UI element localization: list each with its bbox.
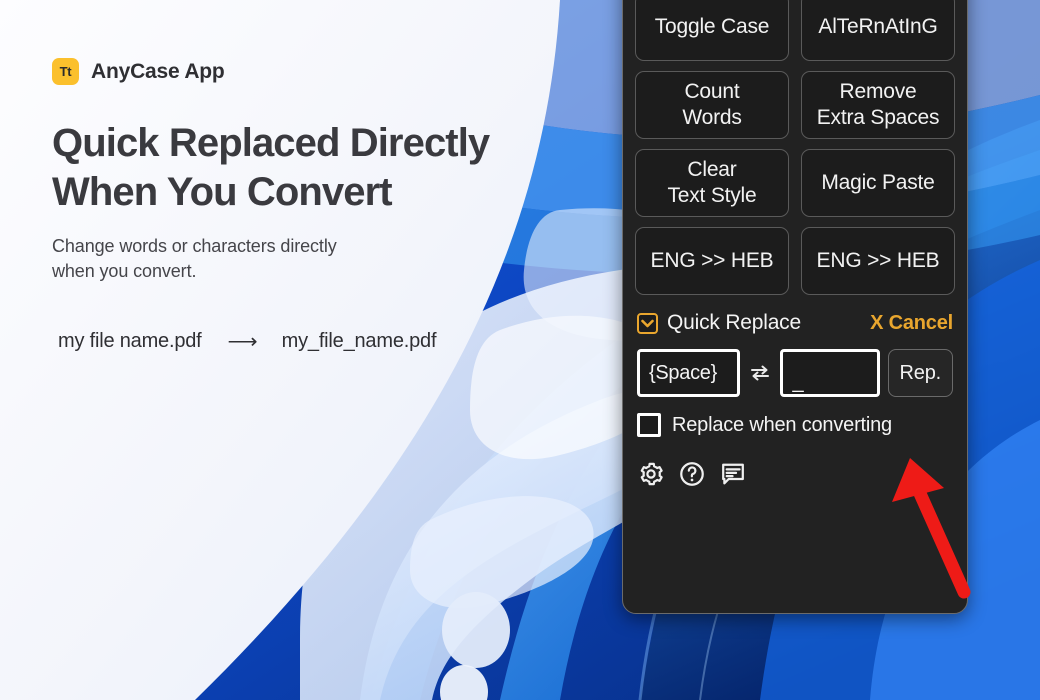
button-eng-to-heb-1[interactable]: ENG >> HEB (635, 227, 789, 295)
button-alternating[interactable]: AlTeRnAtInG (801, 0, 955, 61)
replace-when-converting-row: Replace when converting (635, 413, 955, 437)
quick-replace-checkbox[interactable] (637, 312, 658, 334)
promo-card: Tt AnyCase App Quick Replaced Directly W… (0, 0, 640, 700)
replace-when-converting-checkbox[interactable] (637, 413, 661, 437)
app-name: AnyCase App (91, 59, 225, 83)
panel-footer (635, 460, 955, 488)
replace-from-input[interactable]: {Space} (637, 349, 741, 397)
panel-button-grid: Toggle Case AlTeRnAtInG Count Words Remo… (635, 0, 955, 295)
chevron-down-icon (641, 319, 654, 327)
button-count-words[interactable]: Count Words (635, 71, 789, 139)
example-before: my file name.pdf (58, 330, 202, 352)
replace-to-input[interactable]: _ (780, 349, 880, 397)
replace-from-value: {Space} (649, 361, 717, 384)
button-magic-paste[interactable]: Magic Paste (801, 149, 955, 217)
arrow-right-icon: ⟶ (227, 330, 258, 353)
feedback-bubble-icon[interactable] (719, 460, 747, 488)
gear-icon[interactable] (637, 460, 665, 488)
button-clear-text-style[interactable]: Clear Text Style (635, 149, 789, 217)
replace-to-value: _ (792, 371, 804, 393)
example-transform: my file name.pdf ⟶ my_file_name.pdf (58, 329, 640, 354)
button-remove-extra-spaces[interactable]: Remove Extra Spaces (801, 71, 955, 139)
app-logo-icon: Tt (52, 58, 79, 85)
replace-apply-button[interactable]: Rep. (887, 349, 953, 397)
replace-when-converting-label: Replace when converting (672, 413, 892, 436)
example-after: my_file_name.pdf (281, 330, 437, 352)
button-toggle-case[interactable]: Toggle Case (635, 0, 789, 61)
button-eng-to-heb-2[interactable]: ENG >> HEB (801, 227, 955, 295)
page-title: Quick Replaced Directly When You Convert (52, 121, 490, 214)
quick-replace-header: Quick Replace X Cancel (635, 311, 955, 335)
quick-replace-inputs: {Space} _ Rep. (635, 349, 955, 397)
help-circle-icon[interactable] (678, 460, 706, 488)
page-subtitle: Change words or characters directly when… (52, 236, 337, 281)
quick-replace-label: Quick Replace (667, 311, 801, 334)
swap-arrows-icon[interactable] (748, 363, 772, 383)
cancel-button[interactable]: X Cancel (870, 312, 953, 335)
brand: Tt AnyCase App (52, 58, 640, 85)
anycase-panel: Toggle Case AlTeRnAtInG Count Words Remo… (622, 0, 968, 614)
